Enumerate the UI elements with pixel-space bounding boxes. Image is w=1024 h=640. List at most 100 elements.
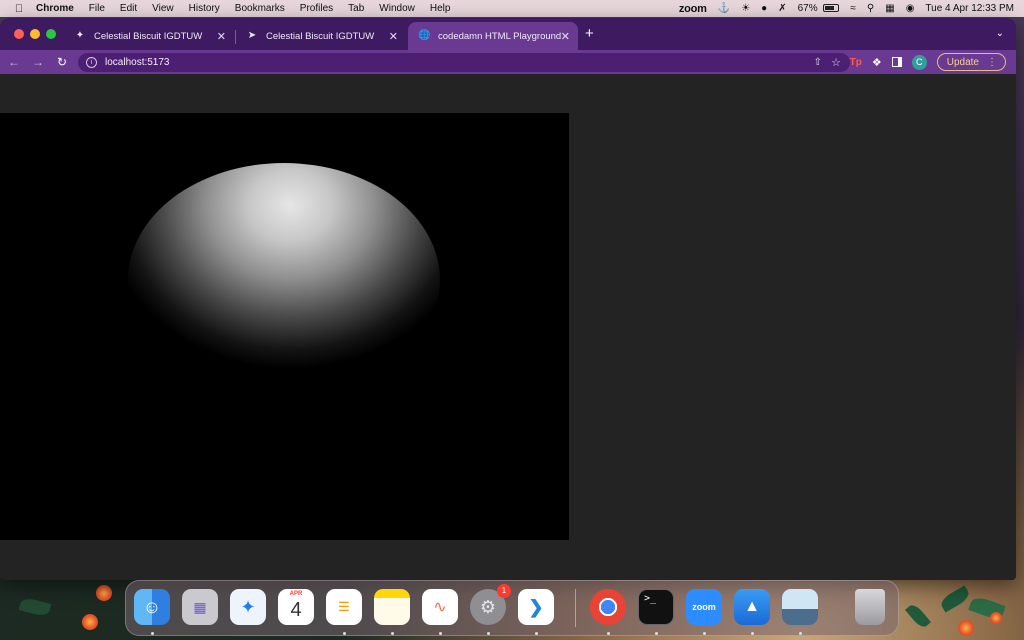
terminal-prompt: >_ [644,593,657,604]
tab-title: Celestial Biscuit IGDTUW [266,30,375,42]
running-indicator [391,632,394,635]
notification-badge: 1 [497,584,511,598]
reminders-icon[interactable]: ☰ [326,589,362,625]
bluetooth-off-icon[interactable]: ✗ [778,3,786,14]
freeform-icon[interactable]: ∿ [422,589,458,625]
wallpaper-flower [990,612,1002,624]
spotlight-search-icon[interactable]: ⚲ [867,3,874,14]
zoom-app-label: zoom [692,602,716,612]
menu-app-name[interactable]: Chrome [36,3,74,14]
globe-icon: 🌐 [418,30,431,41]
wallpaper-leaf [938,585,972,613]
running-indicator [655,632,658,635]
running-indicator [751,632,754,635]
calendar-day: 4 [290,598,302,621]
wallpaper-flower [96,585,112,601]
more-menu-icon: ⋮ [987,56,997,68]
address-bar[interactable]: i localhost:5173 ⇧ ☆ [78,53,850,72]
trash-icon[interactable] [855,589,885,625]
preview-icon[interactable] [782,589,818,625]
apple-menu-icon[interactable]:  [12,3,26,15]
side-panel-icon[interactable] [891,57,902,67]
menu-tab[interactable]: Tab [348,3,364,14]
tab-close-icon[interactable]: ✕ [389,30,398,43]
menu-view[interactable]: View [152,3,174,14]
wallpaper-leaf [905,602,931,630]
wallpaper-flower [958,620,974,636]
safari-icon[interactable]: ✦ [230,589,266,625]
notes-icon[interactable] [374,589,410,625]
rocket-icon: ➤ [247,30,257,41]
chevron-down-icon[interactable]: ⌄ [996,28,1004,39]
vscode-icon[interactable]: ❯ [518,589,554,625]
zoom-status-item[interactable]: zoom [679,3,707,15]
control-center-icon[interactable]: ▦ [885,3,894,14]
dock: ☺ ▦ ✦ APR 4 ☰ ∿ ⚙ 1 ❯ >_ zoom ▲ [125,580,899,636]
vpn-icon[interactable]: ● [761,3,767,14]
menu-bar:  Chrome File Edit View History Bookmark… [0,0,1024,17]
battery-percent: 67% [797,3,818,14]
battery-icon [823,4,840,13]
wallpaper-flower [82,614,98,630]
menu-bar-clock[interactable]: Tue 4 Apr 12:33 PM [925,3,1014,14]
menu-history[interactable]: History [189,3,220,14]
tab-title: codedamn HTML Playground [438,30,562,42]
running-indicator [607,632,610,635]
webgl-canvas[interactable] [0,113,569,540]
rocket-icon: ✦ [75,30,85,41]
sun-icon[interactable]: ☀ [741,3,750,14]
tab-close-icon[interactable]: ✕ [561,30,570,43]
battery-status[interactable]: 67% [798,3,840,14]
bookmark-star-icon[interactable]: ☆ [831,56,841,69]
menu-help[interactable]: Help [430,3,451,14]
menu-window[interactable]: Window [379,3,415,14]
chrome-icon[interactable] [590,589,626,625]
calendar-icon[interactable]: APR 4 [278,589,314,625]
menu-bar-status-area: zoom ⚓ ☀ ● ✗ 67% ≈ ⚲ ▦ ◉ Tue 4 Apr 12:33… [679,0,1014,17]
finder-icon[interactable]: ☺ [134,589,170,625]
minimize-window-button[interactable] [30,29,40,39]
back-button[interactable]: ← [4,55,24,69]
wallpaper-leaf [18,596,52,618]
page-viewport [0,74,1016,580]
launchpad-icon[interactable]: ▦ [182,589,218,625]
share-icon[interactable]: ⇧ [814,57,822,68]
menu-profiles[interactable]: Profiles [300,3,333,14]
running-indicator [799,632,802,635]
tab-celestial-biscuit-1[interactable]: ✦ Celestial Biscuit IGDTUW ✕ [64,22,234,50]
new-tab-button[interactable]: + [585,25,594,42]
running-indicator [343,632,346,635]
menu-file[interactable]: File [89,3,105,14]
forward-button[interactable]: → [28,55,48,69]
terminal-icon[interactable]: >_ [638,589,674,625]
profile-avatar[interactable]: C [911,54,927,70]
url-text[interactable]: localhost:5173 [105,57,170,68]
tab-close-icon[interactable]: ✕ [217,30,226,43]
running-indicator [487,632,490,635]
menu-bookmarks[interactable]: Bookmarks [235,3,285,14]
tab-celestial-biscuit-2[interactable]: ➤ Celestial Biscuit IGDTUW ✕ [236,22,406,50]
running-indicator [439,632,442,635]
dock-separator [575,589,576,627]
wifi-icon[interactable]: ≈ [850,3,856,14]
extension-tp-icon[interactable]: Tp [850,57,862,68]
reload-button[interactable]: ↻ [52,55,72,69]
zoom-app-icon[interactable]: zoom [686,589,722,625]
tab-strip: ✦ Celestial Biscuit IGDTUW ✕ ➤ Celestial… [0,18,1016,50]
system-settings-icon[interactable]: ⚙ 1 [470,584,511,625]
keynote-icon[interactable]: ▲ [734,589,770,625]
running-indicator [703,632,706,635]
update-button[interactable]: Update ⋮ [936,53,1006,71]
menu-edit[interactable]: Edit [120,3,137,14]
browser-toolbar: ← → ↻ i localhost:5173 ⇧ ☆ Tp ❖ C Update… [0,50,1016,74]
tab-codedamn-playground[interactable]: 🌐 codedamn HTML Playground ✕ [408,22,578,50]
site-info-icon[interactable]: i [86,57,97,68]
puzzle-extensions-icon[interactable]: ❖ [872,56,882,69]
docker-icon[interactable]: ⚓ [718,3,730,14]
tab-title: Celestial Biscuit IGDTUW [94,30,203,42]
fullscreen-window-button[interactable] [46,29,56,39]
browser-window: ✦ Celestial Biscuit IGDTUW ✕ ➤ Celestial… [0,18,1016,580]
close-window-button[interactable] [14,29,24,39]
running-indicator [535,632,538,635]
siri-icon[interactable]: ◉ [906,3,915,14]
